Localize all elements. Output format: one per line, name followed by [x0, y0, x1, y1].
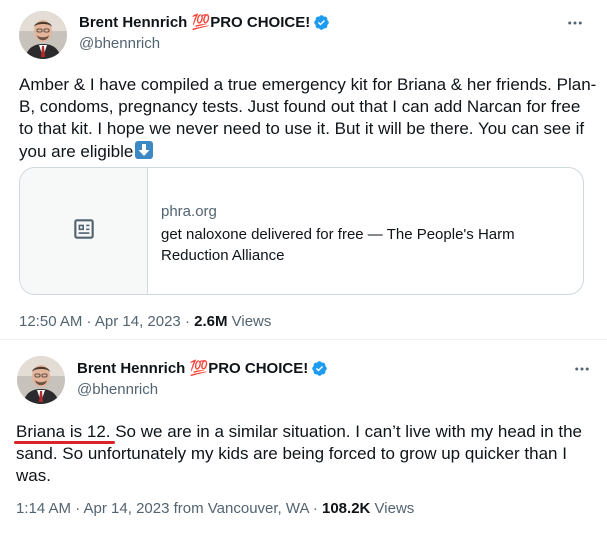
- highlighted-text: Briana is 12.: [14, 422, 115, 444]
- views-label: Views: [227, 313, 272, 330]
- card-thumbnail: [20, 168, 148, 294]
- tweet-1: Brent Hennrich 💯PRO CHOICE! @bhennrich A…: [0, 0, 607, 340]
- more-options-icon[interactable]: [570, 357, 594, 381]
- tweet-text: Amber & I have compiled a true emergency…: [19, 74, 599, 163]
- meta-separator: ·: [308, 500, 322, 517]
- card-domain: phra.org: [161, 203, 217, 220]
- more-options-icon[interactable]: [563, 11, 587, 35]
- tweet-meta: 1:14 AM · Apr 14, 2023 from Vancouver, W…: [16, 499, 414, 518]
- views-label: Views: [370, 500, 415, 517]
- tweet-2: Brent Hennrich 💯PRO CHOICE! @bhennrich B…: [0, 340, 607, 546]
- tweet-meta: 12:50 AM · Apr 14, 2023 · 2.6M Views: [19, 312, 271, 331]
- tweet-text: Briana is 12. So we are in a similar sit…: [14, 421, 601, 487]
- highlighted-text-body: Briana is 12.: [16, 422, 111, 441]
- timestamp[interactable]: 12:50 AM · Apr 14, 2023: [19, 313, 181, 330]
- view-count: 2.6M: [194, 313, 228, 330]
- link-preview-card[interactable]: phra.org get naloxone delivered for free…: [19, 167, 584, 295]
- down-arrow-emoji-icon: [134, 140, 154, 160]
- avatar[interactable]: [17, 356, 65, 404]
- verified-badge-icon: [313, 14, 330, 31]
- card-title: get naloxone delivered for free — The Pe…: [161, 226, 515, 264]
- meta-separator: ·: [180, 313, 195, 330]
- timestamp[interactable]: 1:14 AM · Apr 14, 2023 from Vancouver, W…: [16, 500, 309, 517]
- author-handle[interactable]: @bhennrich: [77, 380, 158, 399]
- card-body: phra.org get naloxone delivered for free…: [148, 168, 583, 294]
- author-name-row[interactable]: Brent Hennrich 💯PRO CHOICE!: [79, 13, 330, 32]
- display-name[interactable]: Brent Hennrich 💯PRO CHOICE!: [79, 13, 310, 32]
- verified-badge-icon: [311, 360, 328, 377]
- avatar[interactable]: [19, 11, 67, 59]
- tweet-text-body: Amber & I have compiled a true emergency…: [19, 75, 597, 161]
- author-name-row[interactable]: Brent Hennrich 💯PRO CHOICE!: [77, 359, 328, 378]
- author-handle[interactable]: @bhennrich: [79, 34, 160, 53]
- view-count: 108.2K: [322, 500, 371, 517]
- red-underline-annotation: [14, 441, 115, 444]
- article-icon: [71, 216, 97, 247]
- display-name[interactable]: Brent Hennrich 💯PRO CHOICE!: [77, 359, 308, 378]
